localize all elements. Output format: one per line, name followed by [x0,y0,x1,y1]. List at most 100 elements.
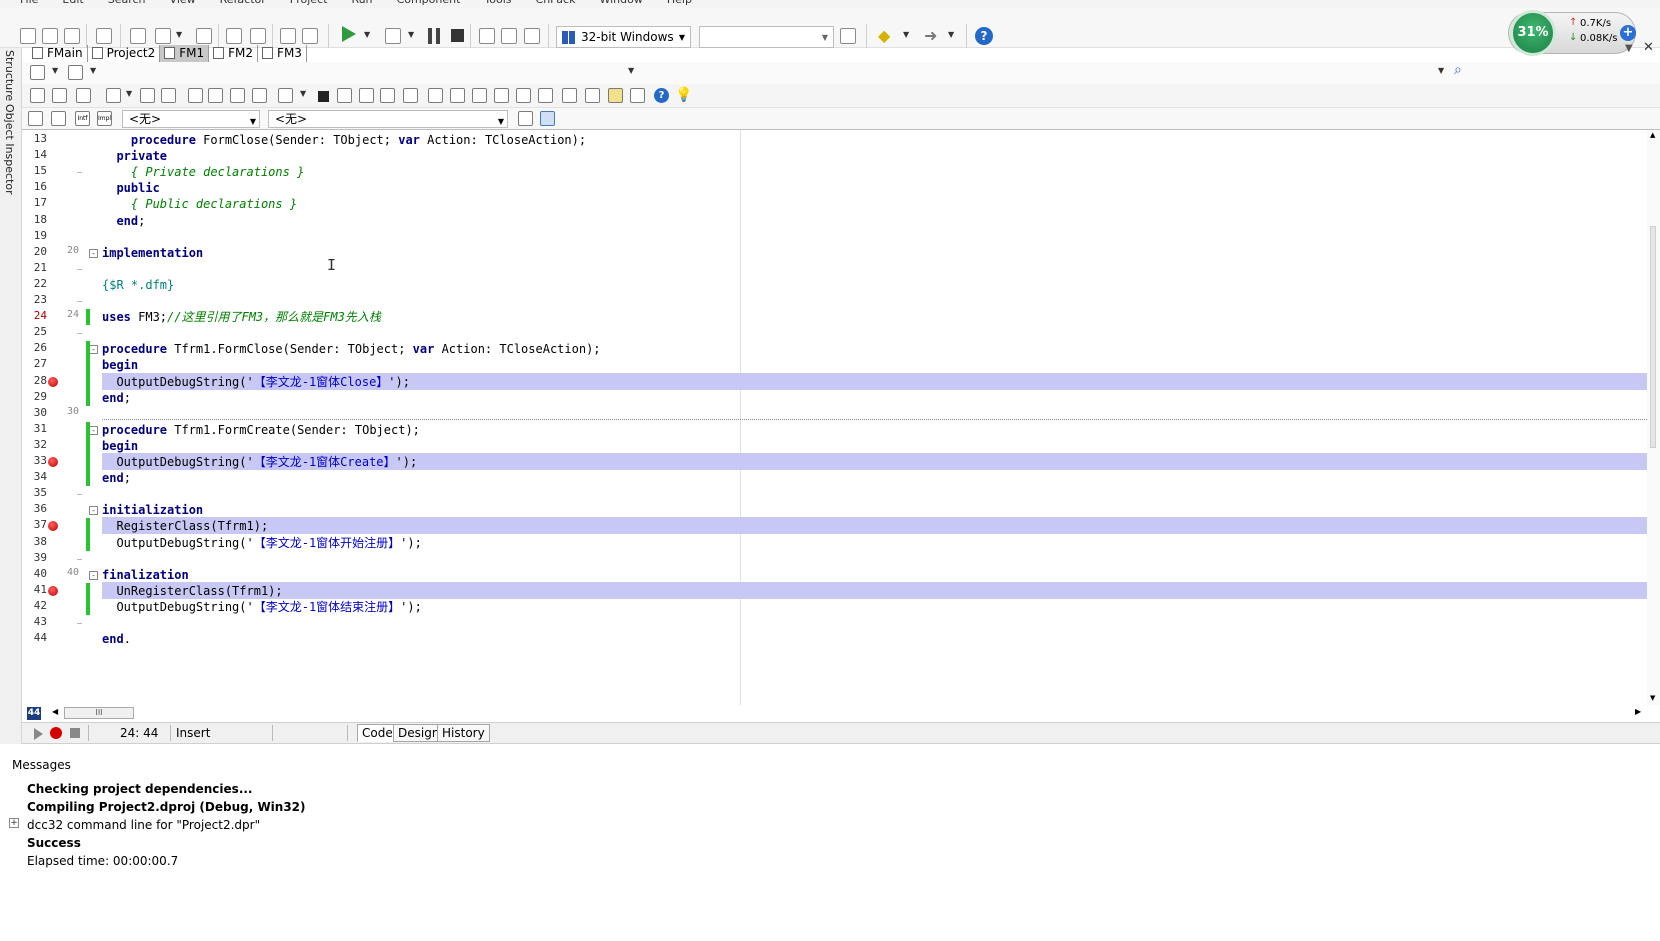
run-to-cursor-icon[interactable] [524,28,540,44]
folder-icon[interactable] [188,88,203,103]
download-icon[interactable] [252,88,267,103]
code-line[interactable]: private [102,148,167,165]
fold-toggle-icon[interactable]: - [89,345,98,355]
open-project-icon[interactable] [155,28,171,44]
code-line[interactable]: {$R *.dfm} [102,277,174,294]
forward-dropdown-icon[interactable]: ▼ [948,30,954,39]
message-item[interactable]: Elapsed time: 00:00:00.7 [27,854,178,868]
code-line[interactable]: { Private declarations } [102,164,304,181]
code-line[interactable]: end; [102,390,131,407]
stop-icon[interactable] [318,91,329,102]
vertical-scrollbar[interactable]: ▲ ▼ [1647,130,1660,705]
toggle-form-unit-icon[interactable] [52,88,67,103]
add-to-project-icon[interactable] [280,28,296,44]
horizontal-scrollbar-thumb[interactable]: III [64,707,134,719]
scroll-left-icon[interactable]: ◀ [52,707,58,716]
code-line[interactable]: implementation [102,245,203,262]
breakpoint-icon[interactable] [48,521,58,532]
play-macro-icon[interactable] [34,728,43,740]
message-item[interactable]: Success [27,836,81,850]
run-icon[interactable] [342,26,356,42]
open-icon[interactable] [42,28,58,44]
code-line[interactable]: UnRegisterClass(Tfrm1); [102,583,282,600]
open-dropdown-icon[interactable]: ▼ [176,30,182,39]
trace-into-icon[interactable] [501,28,517,44]
code-line[interactable]: procedure Tfrm1.FormCreate(Sender: TObje… [102,422,420,439]
record-macro-icon[interactable] [50,727,62,739]
fold-toggle-icon[interactable]: - [89,425,98,435]
file-tab-project2[interactable]: Project2 [88,44,161,62]
run-without-debug-dropdown-icon[interactable]: ▼ [408,30,414,39]
close-file-icon[interactable] [64,28,80,44]
search-icon[interactable]: ⌕ [1454,62,1462,78]
message-item[interactable]: Checking project dependencies... [27,782,253,796]
expand-icon[interactable]: + [9,818,19,828]
save-as-icon[interactable] [161,88,176,103]
impl-button[interactable]: Impl [97,111,112,126]
widget-plus-button[interactable]: + [1620,25,1636,41]
pin-icon[interactable]: ▼ [1625,43,1633,54]
navigate-forward-icon[interactable]: ➜ [924,26,937,45]
code-line[interactable]: OutputDebugString('【李文龙-1窗体Close】'); [102,374,410,391]
scroll-up-icon[interactable]: ▲ [1650,131,1655,139]
code-line[interactable]: end. [102,631,131,648]
menu-item[interactable]: Edit [62,0,83,6]
menu-item[interactable]: Search [108,0,146,6]
run-config-icon[interactable] [278,88,293,103]
stop-icon[interactable] [451,29,464,42]
code-line[interactable]: end; [102,470,131,487]
run-dropdown-icon[interactable]: ▼ [364,30,370,39]
search-dropdown-icon[interactable]: ▼ [1438,66,1444,75]
package-icon[interactable] [428,88,443,103]
trace-icon[interactable] [359,88,374,103]
message-item[interactable]: dcc32 command line for "Project2.dpr" [27,818,260,832]
code-line[interactable]: OutputDebugString('【李文龙-1窗体Create】'); [102,454,417,471]
step-icon[interactable] [337,88,352,103]
fold-toggle-icon[interactable]: - [89,506,98,516]
intf-button[interactable]: Intf [75,111,90,126]
gear-icon[interactable] [516,88,531,103]
stop-macro-icon[interactable] [70,728,80,738]
config-select[interactable]: ▼ [699,26,834,48]
tab-object-inspector[interactable]: Object Inspector [3,104,16,195]
new-form-icon[interactable] [76,88,91,103]
step-over-icon[interactable] [479,28,495,44]
tab-structure[interactable]: Structure [3,50,16,101]
note-icon[interactable] [608,88,623,103]
scroll-down-icon[interactable]: ▼ [1650,694,1655,702]
copy-icon[interactable] [585,88,600,103]
fold-toggle-icon[interactable]: - [89,570,98,580]
toolbar-dropdown-icon[interactable]: ▼ [628,66,634,75]
scroll-right-icon[interactable]: ▶ [1635,707,1641,716]
form-icon[interactable] [30,88,45,103]
code-line[interactable]: { Public declarations } [102,196,297,213]
comment-icon[interactable] [562,88,577,103]
help-icon[interactable]: ? [975,27,993,45]
palette-dropdown-icon[interactable]: ▼ [52,66,58,75]
remove-from-project-icon[interactable] [302,28,318,44]
message-item[interactable]: Compiling Project2.dproj (Debug, Win32) [27,800,306,814]
run-config-dropdown-icon[interactable]: ▼ [300,89,306,98]
align-justify-icon[interactable] [540,111,555,126]
back-dropdown-icon[interactable]: ▼ [903,30,909,39]
wizard-icon[interactable] [472,88,487,103]
save-all-icon[interactable] [226,28,242,44]
menu-item[interactable]: View [170,0,196,6]
layout-dropdown-icon[interactable]: ▼ [90,66,96,75]
menu-item[interactable]: Refactor [220,0,266,6]
breakpoint-icon[interactable] [48,457,58,467]
menu-item[interactable]: Window [599,0,642,6]
editor-gutter[interactable]: 13 14 15 16 17 18 19 20 20-21 22 23 24 24 25 26-27 28 29… [22,130,102,705]
menu-item[interactable]: File [20,0,38,6]
method-combo[interactable]: <无> ▼ [268,110,508,128]
help-icon[interactable]: ? [654,88,669,103]
pause-icon[interactable] [428,28,440,44]
new-file-icon[interactable] [20,28,36,44]
breakpoint-icon[interactable] [48,585,58,596]
tools-icon[interactable] [106,88,121,103]
proc-list-icon[interactable] [51,111,66,126]
save-icon[interactable] [140,88,155,103]
layout-icon[interactable] [68,65,83,80]
close-icon[interactable]: ✕ [1643,40,1654,55]
menu-item[interactable]: Help [667,0,692,6]
